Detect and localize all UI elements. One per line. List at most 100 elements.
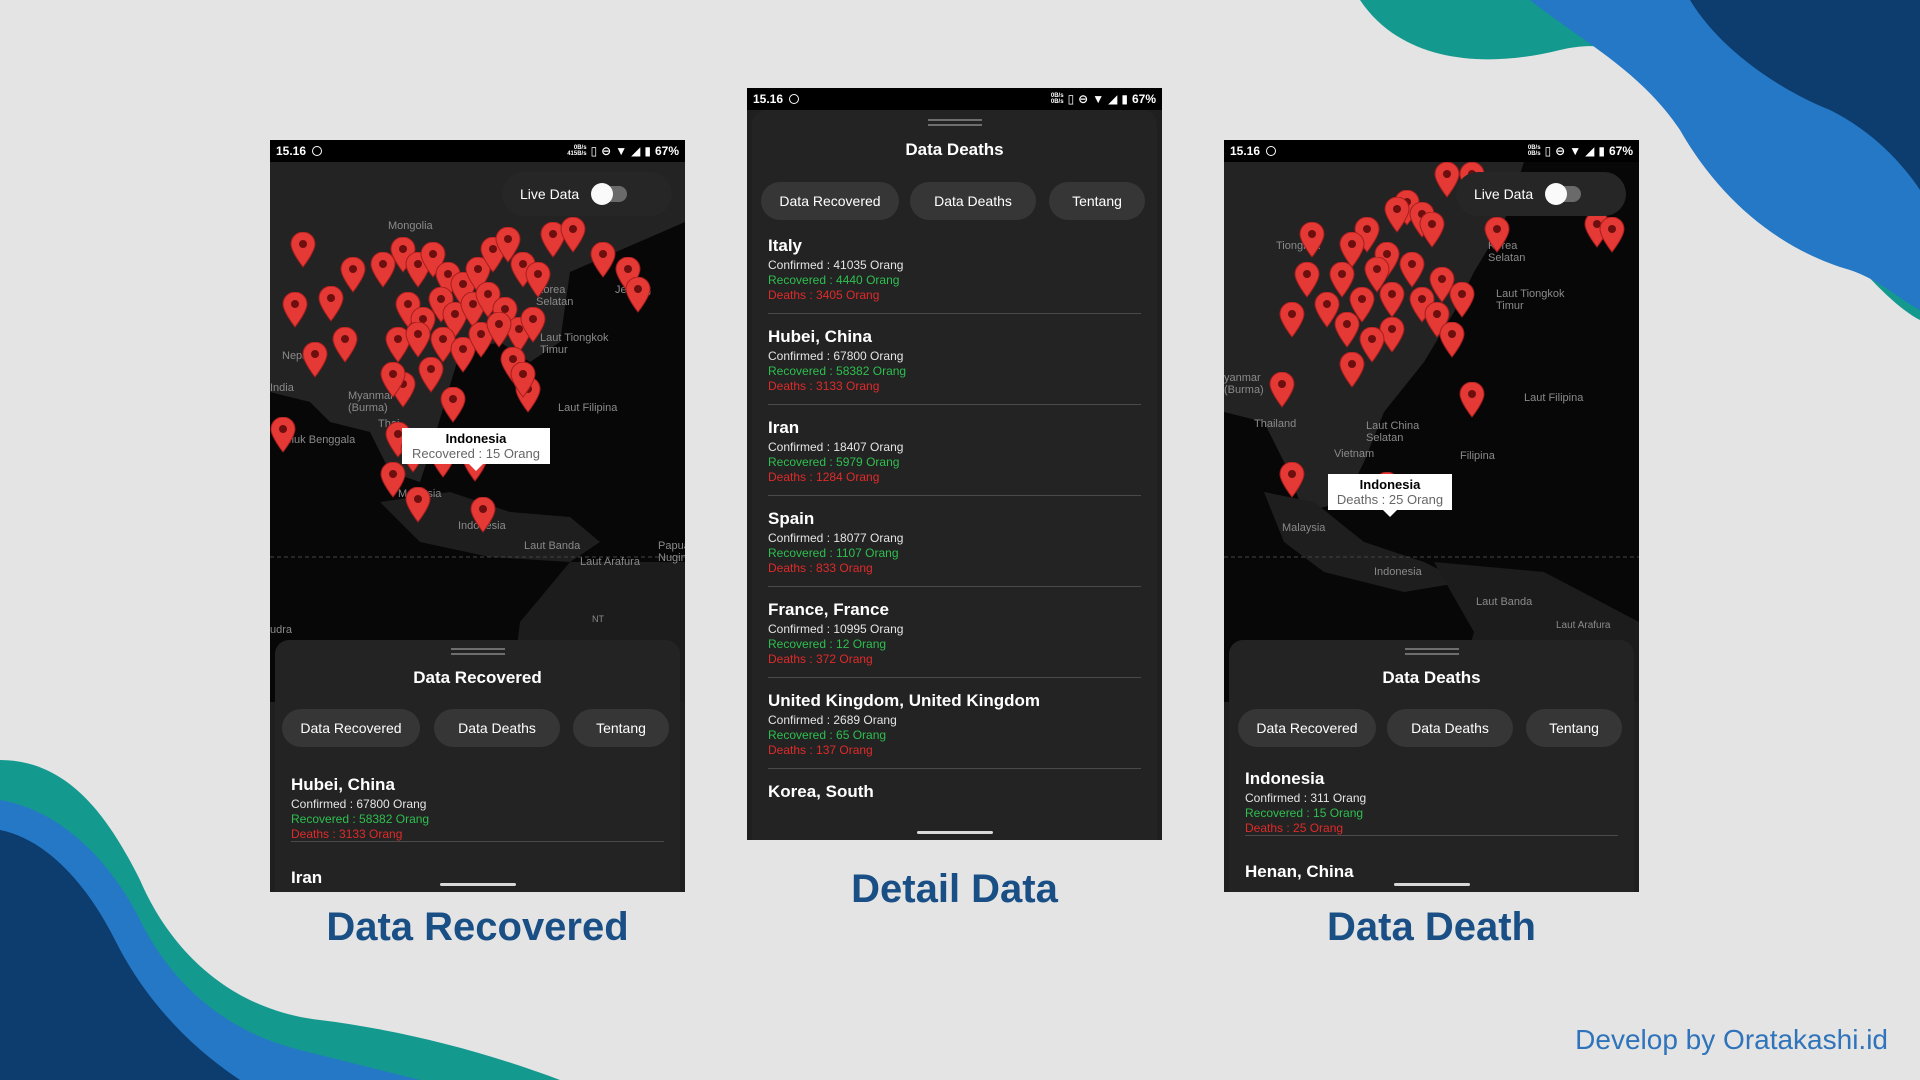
map-label: NT [592,614,604,624]
bottom-sheet[interactable]: Data Recovered Data Recovered Data Death… [275,640,680,892]
map-label: Thailand [1254,418,1297,430]
map-marker[interactable] [1419,211,1445,248]
map-label: Laut Tiongkok Timur [540,332,609,356]
item-deaths: Deaths : 3405 Orang [768,288,880,302]
bottom-sheet[interactable]: Data Deaths Data Recovered Data Deaths T… [1229,640,1634,892]
map-marker[interactable] [302,341,328,378]
map-marker[interactable] [1299,221,1325,258]
live-data-switch[interactable] [591,183,628,205]
item-confirmed: Confirmed : 311 Orang [1245,791,1367,805]
gesture-bar[interactable] [1393,883,1470,886]
map-marker[interactable] [340,256,366,293]
item-name: Iran [768,418,800,437]
list-item[interactable]: Iran Confirmed : 18407 Orang Recovered : 5… [768,418,1141,496]
map-marker[interactable] [1449,281,1475,318]
map-marker[interactable] [1484,216,1510,253]
list-item[interactable]: France, France Confirmed : 10995 Orang Rec… [768,600,1141,678]
list-item[interactable]: Hubei, China Confirmed : 67800 Orang Recov… [768,327,1141,405]
map-marker[interactable] [290,231,316,268]
map-marker[interactable] [1334,311,1360,348]
status-bar: 15.16 0B/s 0B/s ▯ ⊖ ▼ ◢ ▮ 67% [1224,140,1639,162]
battery-icon: ▮ [1121,92,1128,106]
map-label: Mongolia [388,220,433,232]
item-recovered: Recovered : 58382 Orang [768,364,907,378]
sync-icon [789,94,800,104]
dnd-icon: ⊖ [1078,92,1089,106]
chip-data-deaths[interactable]: Data Deaths [910,182,1036,220]
status-time: 15.16 [1230,144,1261,158]
map-marker[interactable] [380,461,406,498]
item-name: United Kingdom, United Kingdom [768,691,1040,710]
signal-icon: ◢ [631,144,641,158]
sheet-drag-handle[interactable] [450,648,505,655]
bottom-sheet-expanded[interactable]: Data Deaths Data Recovered Data Deaths T… [752,110,1157,840]
map-marker[interactable] [440,386,466,423]
map-marker[interactable] [1279,301,1305,338]
map-marker[interactable] [405,486,431,523]
vibrate-icon: ▯ [1067,92,1075,106]
gesture-bar[interactable] [439,883,516,886]
map-marker[interactable] [486,311,512,348]
chip-tentang[interactable]: Tentang [1049,182,1145,220]
map-marker[interactable] [1379,281,1405,318]
list-item[interactable]: Iran [291,868,664,892]
gesture-bar[interactable] [916,831,993,834]
item-name: Spain [768,509,815,528]
list-item[interactable]: United Kingdom, United Kingdom Confirmed … [768,691,1141,769]
item-deaths: Deaths : 3133 Orang [768,379,880,393]
map-marker[interactable] [520,306,546,343]
map-marker[interactable] [590,241,616,278]
item-confirmed: Confirmed : 18407 Orang [768,440,904,454]
chip-data-recovered[interactable]: Data Recovered [282,709,420,747]
list-item[interactable]: Indonesia Confirmed : 311 Orang Recovere… [1245,769,1618,836]
map-label: India [270,382,294,394]
map-marker[interactable] [1339,351,1365,388]
map-marker[interactable] [405,321,431,358]
item-deaths: Deaths : 3133 Orang [291,827,403,841]
sheet-drag-handle[interactable] [927,119,982,126]
map-view[interactable]: Tiongkok Korea Selatan Laut Tiongkok Tim… [1224,162,1639,702]
map-marker[interactable] [560,216,586,253]
item-deaths: Deaths : 833 Orang [768,561,873,575]
map-marker[interactable] [625,276,651,313]
map-marker[interactable] [332,326,358,363]
signal-icon: ◢ [1108,92,1118,106]
map-view[interactable]: Mongolia Korea Selatan Jepang Nepal Myan… [270,162,685,702]
live-data-toggle[interactable]: Live Data [502,172,672,216]
map-marker[interactable] [1459,381,1485,418]
chip-data-recovered[interactable]: Data Recovered [761,182,899,220]
map-marker[interactable] [1269,371,1295,408]
map-marker[interactable] [1599,216,1625,253]
chip-data-deaths[interactable]: Data Deaths [1387,709,1513,747]
map-marker[interactable] [510,361,536,398]
map-marker[interactable] [525,261,551,298]
vibrate-icon: ▯ [590,144,598,158]
chip-data-deaths[interactable]: Data Deaths [434,709,560,747]
chip-data-recovered[interactable]: Data Recovered [1238,709,1376,747]
marker-tooltip: Indonesia Deaths : 25 Orang [1328,474,1452,517]
map-label: Malaysia [1282,522,1326,534]
item-deaths: Deaths : 25 Orang [1245,821,1344,835]
map-label: Papua Nugini [658,540,685,564]
caption-detail-data: Detail Data [851,867,1058,911]
live-data-switch[interactable] [1545,183,1582,205]
map-marker[interactable] [270,416,296,453]
live-data-toggle[interactable]: Live Data [1456,172,1626,216]
map-marker[interactable] [1279,461,1305,498]
sheet-drag-handle[interactable] [1404,648,1459,655]
map-label: Laut Tiongkok Timur [1496,288,1565,312]
map-marker[interactable] [470,496,496,533]
map-marker[interactable] [282,291,308,328]
list-item[interactable]: Italy Confirmed : 41035 Orang Recovered : … [768,236,1141,314]
list-item[interactable]: Henan, China [1245,862,1618,892]
map-marker[interactable] [1384,196,1410,233]
chip-tentang[interactable]: Tentang [573,709,669,747]
tooltip-title: Indonesia [445,431,507,446]
item-deaths: Deaths : 372 Orang [768,652,873,666]
list-item[interactable]: Spain Confirmed : 18077 Orang Recovered : … [768,509,1141,587]
chip-tentang[interactable]: Tentang [1526,709,1622,747]
map-marker[interactable] [380,361,406,398]
list-item[interactable]: Hubei, China Confirmed : 67800 Orang Rec… [291,775,664,842]
map-marker[interactable] [1439,321,1465,358]
sheet-title: Data Recovered [413,668,542,687]
